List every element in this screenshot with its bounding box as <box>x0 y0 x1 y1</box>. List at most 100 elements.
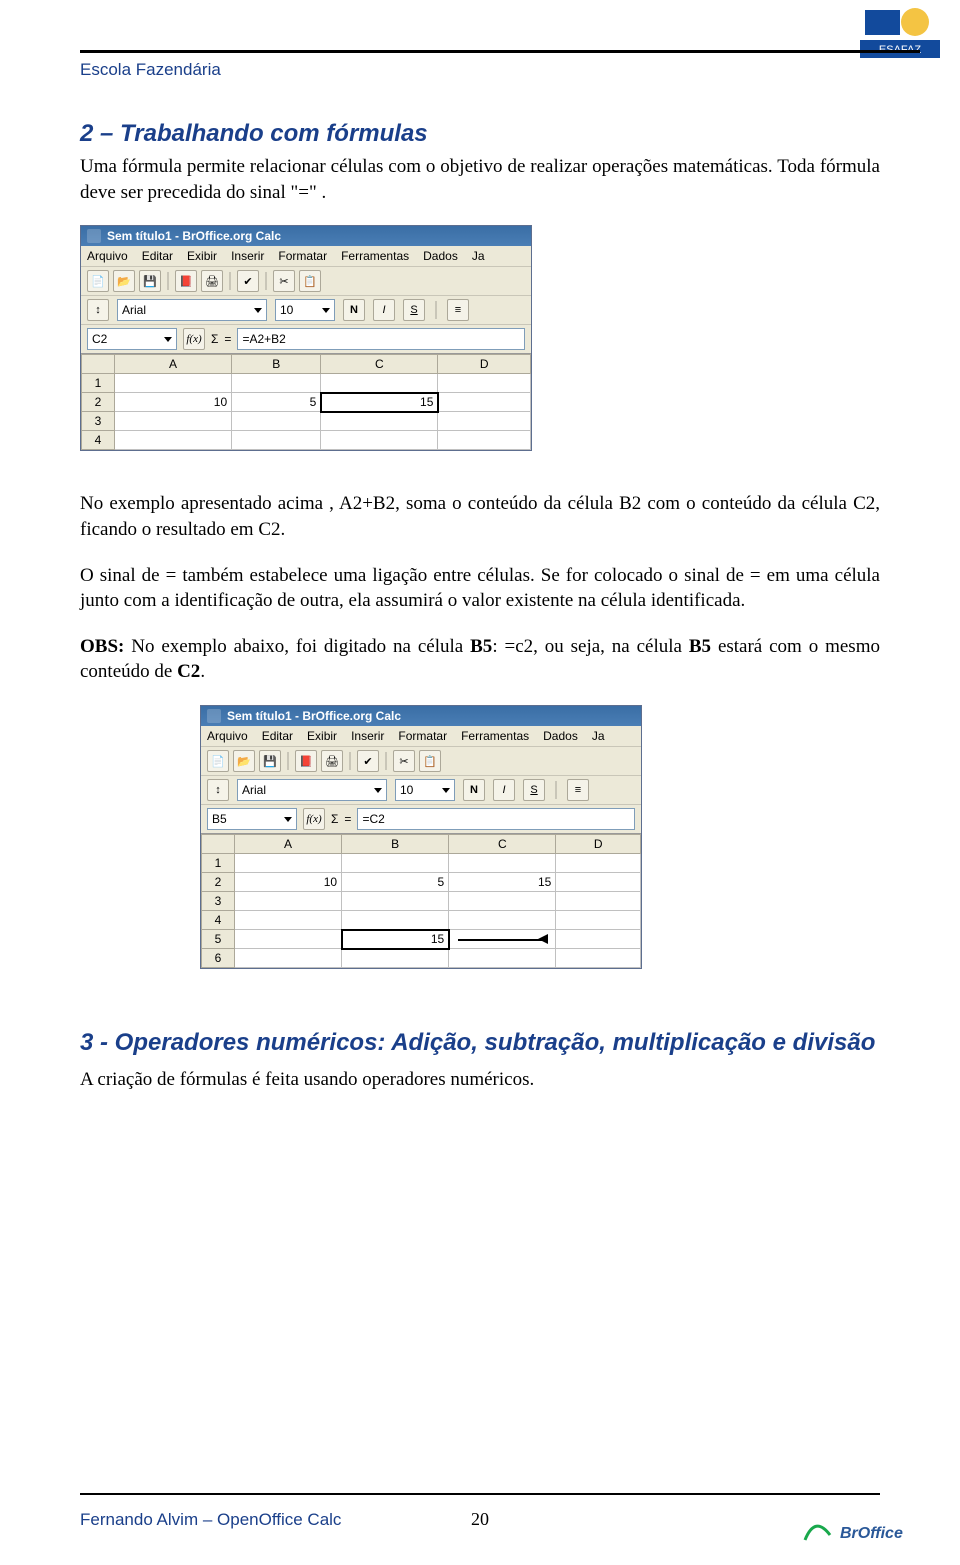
save-icon[interactable]: 💾 <box>259 750 281 772</box>
menu-inserir[interactable]: Inserir <box>231 249 264 263</box>
cell-a1[interactable] <box>115 374 232 393</box>
cell-d3[interactable] <box>556 892 641 911</box>
cell-c1[interactable] <box>449 854 556 873</box>
cell-c2[interactable]: 15 <box>449 873 556 892</box>
cell-a3[interactable] <box>235 892 342 911</box>
open-icon[interactable]: 📂 <box>233 750 255 772</box>
row-header-5[interactable]: 5 <box>202 930 235 949</box>
row-header-2[interactable]: 2 <box>82 393 115 412</box>
row-header-1[interactable]: 1 <box>82 374 115 393</box>
cell-b4[interactable] <box>232 431 321 450</box>
menu-dados[interactable]: Dados <box>423 249 458 263</box>
menu-ferramentas[interactable]: Ferramentas <box>461 729 529 743</box>
spreadsheet-grid[interactable]: A B C D 1 210515 3 4 515 6 <box>201 834 641 968</box>
print-icon[interactable]: 🖨 <box>201 270 223 292</box>
col-header-d[interactable]: D <box>438 355 531 374</box>
cell-a4[interactable] <box>115 431 232 450</box>
pdf-icon[interactable]: 📕 <box>175 270 197 292</box>
menu-editar[interactable]: Editar <box>262 729 293 743</box>
row-header-3[interactable]: 3 <box>82 412 115 431</box>
menu-arquivo[interactable]: Arquivo <box>207 729 248 743</box>
cell-d5[interactable] <box>556 930 641 949</box>
menu-exibir[interactable]: Exibir <box>187 249 217 263</box>
row-header-6[interactable]: 6 <box>202 949 235 968</box>
italic-button[interactable]: I <box>493 779 515 801</box>
style-icon[interactable]: ↕ <box>87 299 109 321</box>
cell-c2[interactable]: 15 <box>321 393 438 412</box>
col-header-b[interactable]: B <box>342 835 449 854</box>
cell-d2[interactable] <box>556 873 641 892</box>
cell-c3[interactable] <box>449 892 556 911</box>
cell-a1[interactable] <box>235 854 342 873</box>
cell-b2[interactable]: 5 <box>232 393 321 412</box>
cell-a5[interactable] <box>235 930 342 949</box>
menu-editar[interactable]: Editar <box>142 249 173 263</box>
formula-input[interactable]: =C2 <box>357 808 635 830</box>
cell-b3[interactable] <box>342 892 449 911</box>
cell-c4[interactable] <box>449 911 556 930</box>
cell-c6[interactable] <box>449 949 556 968</box>
bold-button[interactable]: N <box>343 299 365 321</box>
fx-button[interactable]: f(x) <box>303 808 325 830</box>
col-header-c[interactable]: C <box>449 835 556 854</box>
cut-icon[interactable]: ✂ <box>393 750 415 772</box>
col-header-b[interactable]: B <box>232 355 321 374</box>
open-icon[interactable]: 📂 <box>113 270 135 292</box>
menu-inserir[interactable]: Inserir <box>351 729 384 743</box>
menu-arquivo[interactable]: Arquivo <box>87 249 128 263</box>
menu-formatar[interactable]: Formatar <box>278 249 327 263</box>
cell-a2[interactable]: 10 <box>115 393 232 412</box>
cell-d1[interactable] <box>438 374 531 393</box>
cell-a3[interactable] <box>115 412 232 431</box>
cell-reference-box[interactable]: B5 <box>207 808 297 830</box>
copy-icon[interactable]: 📋 <box>419 750 441 772</box>
save-icon[interactable]: 💾 <box>139 270 161 292</box>
font-size-combo[interactable]: 10 <box>275 299 335 321</box>
print-icon[interactable]: 🖨 <box>321 750 343 772</box>
font-name-combo[interactable]: Arial <box>117 299 267 321</box>
menu-formatar[interactable]: Formatar <box>398 729 447 743</box>
italic-button[interactable]: I <box>373 299 395 321</box>
copy-icon[interactable]: 📋 <box>299 270 321 292</box>
menu-dados[interactable]: Dados <box>543 729 578 743</box>
menu-ja[interactable]: Ja <box>472 249 485 263</box>
bold-button[interactable]: N <box>463 779 485 801</box>
row-header-3[interactable]: 3 <box>202 892 235 911</box>
cell-b5[interactable]: 15 <box>342 930 449 949</box>
cell-c1[interactable] <box>321 374 438 393</box>
col-header-d[interactable]: D <box>556 835 641 854</box>
row-header-1[interactable]: 1 <box>202 854 235 873</box>
cell-d6[interactable] <box>556 949 641 968</box>
align-left-icon[interactable]: ≡ <box>447 299 469 321</box>
cell-d3[interactable] <box>438 412 531 431</box>
cell-b1[interactable] <box>232 374 321 393</box>
cell-d4[interactable] <box>438 431 531 450</box>
align-left-icon[interactable]: ≡ <box>567 779 589 801</box>
menu-bar[interactable]: Arquivo Editar Exibir Inserir Formatar F… <box>81 246 531 267</box>
cell-b2[interactable]: 5 <box>342 873 449 892</box>
menu-ja[interactable]: Ja <box>592 729 605 743</box>
menu-ferramentas[interactable]: Ferramentas <box>341 249 409 263</box>
font-size-combo[interactable]: 10 <box>395 779 455 801</box>
equals-button[interactable]: = <box>344 812 351 826</box>
pdf-icon[interactable]: 📕 <box>295 750 317 772</box>
spellcheck-icon[interactable]: ✔ <box>237 270 259 292</box>
col-header-a[interactable]: A <box>115 355 232 374</box>
spellcheck-icon[interactable]: ✔ <box>357 750 379 772</box>
corner-cell[interactable] <box>202 835 235 854</box>
sum-button[interactable]: Σ <box>331 812 338 826</box>
row-header-2[interactable]: 2 <box>202 873 235 892</box>
equals-button[interactable]: = <box>224 332 231 346</box>
cell-d4[interactable] <box>556 911 641 930</box>
underline-button[interactable]: S <box>403 299 425 321</box>
cell-d2[interactable] <box>438 393 531 412</box>
spreadsheet-grid[interactable]: A B C D 1 210515 3 4 <box>81 354 531 450</box>
col-header-a[interactable]: A <box>235 835 342 854</box>
cell-a4[interactable] <box>235 911 342 930</box>
font-name-combo[interactable]: Arial <box>237 779 387 801</box>
row-header-4[interactable]: 4 <box>82 431 115 450</box>
formula-input[interactable]: =A2+B2 <box>237 328 525 350</box>
col-header-c[interactable]: C <box>321 355 438 374</box>
corner-cell[interactable] <box>82 355 115 374</box>
cell-a2[interactable]: 10 <box>235 873 342 892</box>
